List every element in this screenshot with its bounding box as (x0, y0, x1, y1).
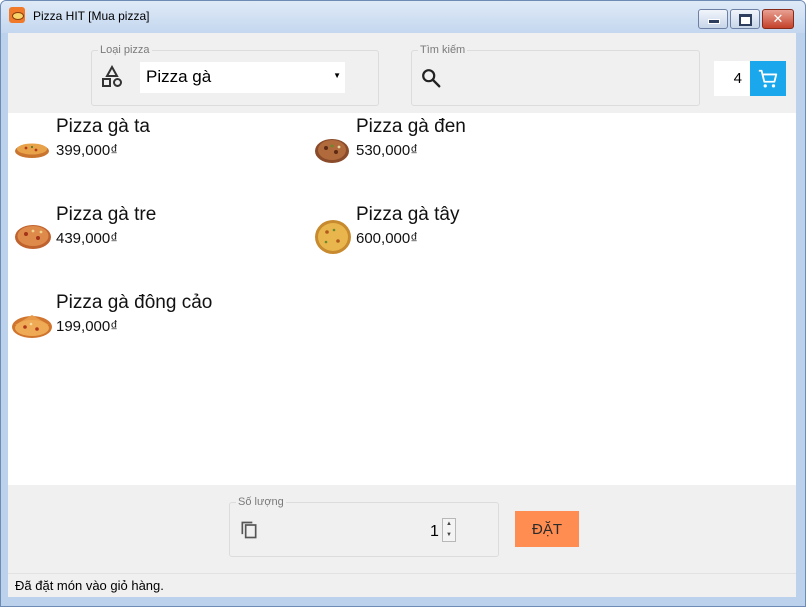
cart-icon (758, 69, 778, 88)
shapes-icon (102, 65, 122, 87)
product-item[interactable]: Pizza gà tây 600,000₫ (314, 201, 594, 281)
search-icon (422, 69, 441, 88)
minimize-button[interactable] (698, 9, 728, 29)
pizza-image (315, 139, 349, 163)
product-name: Pizza gà đen (356, 116, 466, 137)
product-name: Pizza gà tre (56, 204, 157, 225)
window-title: Pizza HIT [Mua pizza] (33, 9, 150, 23)
spinner-up-icon[interactable]: ▲ (443, 519, 455, 530)
close-button[interactable]: ✕ (762, 9, 794, 29)
search-label: Tìm kiếm (418, 44, 468, 56)
product-price: 530,000₫ (356, 142, 418, 159)
product-item[interactable]: Pizza gà tre 439,000₫ (14, 201, 294, 281)
pizza-image (12, 315, 52, 338)
maximize-button[interactable] (730, 9, 760, 29)
pizza-image (315, 220, 351, 254)
cart-button[interactable] (750, 61, 786, 96)
product-item[interactable]: Pizza gà đen 530,000₫ (314, 113, 594, 193)
product-item[interactable]: Pizza gà ta 399,000₫ (14, 113, 294, 193)
category-select[interactable]: Pizza gà ▼ (140, 62, 345, 93)
app-window: Pizza HIT [Mua pizza] ✕ Loại pizza Pizza… (0, 0, 806, 607)
minimize-icon (708, 19, 720, 24)
quantity-value: 1 (430, 523, 439, 540)
spinner-down-icon[interactable]: ▼ (443, 530, 455, 541)
quantity-label: Số lượng (236, 496, 286, 508)
maximize-icon (739, 14, 752, 26)
main-client-area: Loại pizza Pizza gà ▼ Tìm kiếm 4 Pizza g… (8, 33, 796, 597)
order-bar: Số lượng 1 ▲ ▼ (8, 485, 796, 573)
quantity-spinner[interactable]: ▲ ▼ (442, 518, 456, 542)
status-message: Đã đặt món vào giỏ hàng. (15, 578, 164, 593)
product-name: Pizza gà đông cảo (56, 292, 213, 313)
category-select-value: Pizza gà (146, 67, 212, 86)
chevron-down-icon: ▼ (333, 71, 341, 80)
category-label: Loại pizza (98, 44, 152, 56)
category-group: Loại pizza Pizza gà ▼ (91, 44, 379, 106)
title-bar[interactable]: Pizza HIT [Mua pizza] ✕ (1, 1, 805, 33)
product-price: 199,000₫ (56, 318, 118, 335)
search-input[interactable] (450, 63, 694, 93)
order-button[interactable]: ĐẶT (515, 511, 579, 547)
cart-count: 4 (714, 61, 750, 96)
product-name: Pizza gà tây (356, 204, 460, 225)
close-icon: ✕ (772, 11, 784, 26)
status-bar: Đã đặt món vào giỏ hàng. (8, 573, 796, 597)
product-name: Pizza gà ta (56, 116, 150, 137)
pizza-image (15, 225, 51, 249)
product-item[interactable]: Pizza gà đông cảo 199,000₫ (11, 289, 291, 369)
search-group: Tìm kiếm (411, 44, 700, 106)
product-price: 439,000₫ (56, 230, 118, 247)
app-pizza-icon (9, 7, 25, 23)
product-grid: Pizza gà ta 399,000₫ Pizza gà đen 530,00… (8, 113, 796, 485)
product-price: 399,000₫ (56, 142, 118, 159)
pizza-image (15, 143, 49, 158)
copy-icon (241, 521, 257, 539)
filter-bar: Loại pizza Pizza gà ▼ Tìm kiếm 4 (8, 33, 796, 113)
quantity-group: Số lượng 1 ▲ ▼ (229, 496, 499, 557)
product-price: 600,000₫ (356, 230, 418, 247)
